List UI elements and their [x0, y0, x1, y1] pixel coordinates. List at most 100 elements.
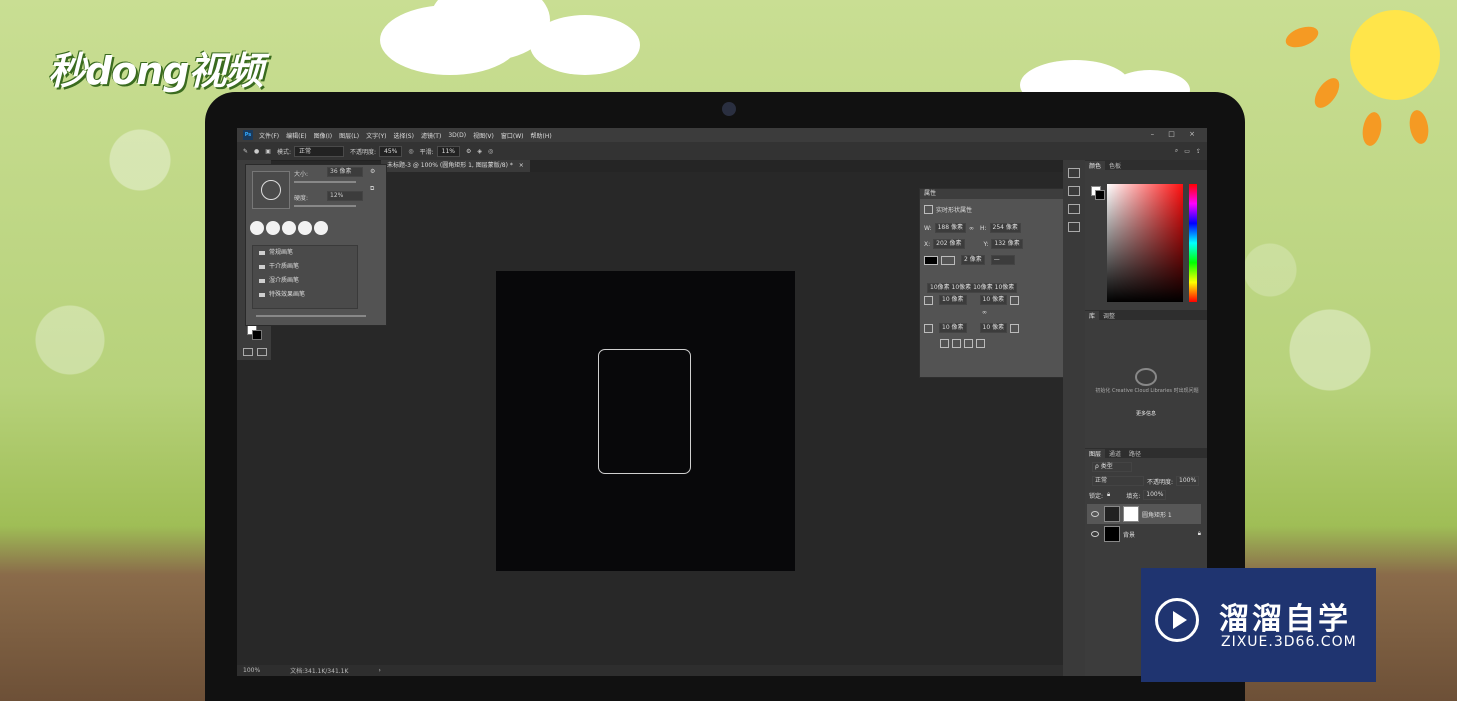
close-tab-icon[interactable]: ×	[519, 162, 524, 169]
layer-opacity-field[interactable]: 100%	[1176, 476, 1200, 486]
corners-all-field[interactable]: 10像素 10像素 10像素 10像素	[927, 283, 1018, 293]
w-field[interactable]: 188 像素	[934, 223, 966, 233]
stroke-width-field[interactable]: 2 像素	[961, 255, 985, 265]
brush-angle-preview[interactable]	[252, 171, 290, 209]
brush-folder-item[interactable]: 常规画笔	[253, 246, 357, 260]
combine-shapes-icon[interactable]	[940, 339, 949, 348]
brush-tip[interactable]	[266, 221, 280, 235]
tab-paths[interactable]: 路径	[1125, 449, 1145, 458]
tab-channels[interactable]: 通道	[1105, 449, 1125, 458]
lock-icon[interactable]: 🔒︎	[1107, 491, 1110, 499]
color-field[interactable]	[1107, 184, 1183, 302]
brush-settings-gear-icon[interactable]: ⚙	[370, 168, 375, 175]
intersect-shapes-icon[interactable]	[964, 339, 973, 348]
layer-item[interactable]: 背景 🔒︎	[1087, 524, 1201, 544]
tab-adjustments[interactable]: 调整	[1099, 311, 1119, 320]
menu-layer[interactable]: 图层(L)	[339, 131, 359, 140]
brush-tip[interactable]	[314, 221, 328, 235]
layer-mask-thumbnail[interactable]	[1123, 506, 1139, 522]
hardness-field[interactable]: 12%	[327, 191, 363, 201]
workspace-icon[interactable]: ▭	[1184, 148, 1190, 155]
stroke-swatch[interactable]	[941, 255, 955, 265]
new-preset-icon[interactable]: ⧉	[370, 185, 374, 193]
window-controls[interactable]: – □ ×	[1151, 130, 1201, 138]
menu-type[interactable]: 文字(Y)	[366, 131, 386, 140]
corners-top-row: 10 像素 10 像素	[924, 295, 1022, 305]
history-icon[interactable]	[1068, 168, 1080, 178]
fill-swatch[interactable]	[924, 255, 938, 265]
status-menu-arrow[interactable]: ›	[378, 667, 380, 674]
share-icon[interactable]: ⇪	[1196, 148, 1201, 155]
airbrush-icon[interactable]: ◈	[477, 148, 482, 155]
corner-tl-field[interactable]: 10 像素	[939, 295, 967, 305]
corner-link-icon[interactable]: ∞	[982, 309, 987, 316]
adjustments-icon[interactable]	[1068, 222, 1080, 232]
symmetry-icon[interactable]: ◎	[488, 148, 493, 155]
opacity-field[interactable]: 45%	[379, 145, 403, 157]
tab-libraries[interactable]: 库	[1085, 310, 1100, 320]
background-color-swatch[interactable]	[252, 330, 262, 340]
properties-tab[interactable]: 属性	[920, 189, 1063, 199]
visibility-eye-icon[interactable]	[1091, 511, 1099, 517]
hardness-slider[interactable]	[294, 205, 356, 207]
corner-br-field[interactable]: 10 像素	[979, 323, 1008, 333]
link-icon[interactable]: ∞	[969, 225, 974, 232]
zoom-level[interactable]: 100%	[243, 667, 260, 674]
brush-folder-item[interactable]: 特殊效果画笔	[253, 288, 357, 302]
document-tab[interactable]: 未标题-3 @ 100% (圆角矩形 1, 图层蒙版/8) * ×	[381, 160, 530, 172]
x-field[interactable]: 202 像素	[933, 239, 965, 249]
settings-gear-icon[interactable]: ⚙	[466, 148, 471, 155]
search-icon[interactable]: ⌕	[1175, 147, 1178, 155]
menu-window[interactable]: 窗口(W)	[501, 131, 524, 140]
brush-folder-item[interactable]: 湿介质画笔	[253, 274, 357, 288]
menu-filter[interactable]: 滤镜(T)	[421, 131, 441, 140]
size-field[interactable]: 36 像素	[327, 167, 363, 177]
visibility-eye-icon[interactable]	[1091, 531, 1099, 537]
brush-tip[interactable]	[282, 221, 296, 235]
menu-view[interactable]: 视图(V)	[473, 131, 494, 140]
exclude-shapes-icon[interactable]	[976, 339, 985, 348]
document-canvas[interactable]	[496, 271, 795, 571]
hue-slider[interactable]	[1189, 184, 1197, 302]
menu-file[interactable]: 文件(F)	[259, 131, 279, 140]
tab-layers[interactable]: 图层	[1085, 448, 1106, 458]
brush-tip[interactable]	[250, 221, 264, 235]
fill-field[interactable]: 100%	[1143, 490, 1167, 500]
menu-edit[interactable]: 编辑(E)	[286, 131, 306, 140]
brush-folder-item[interactable]: 干介质画笔	[253, 260, 357, 274]
stroke-style-select[interactable]: —	[990, 255, 1015, 265]
pressure-opacity-icon[interactable]: ◎	[408, 148, 413, 155]
preview-size-slider[interactable]	[256, 315, 366, 317]
brush-settings-icon[interactable]	[1068, 204, 1080, 214]
brush-tip[interactable]	[298, 221, 312, 235]
menu-select[interactable]: 选择(S)	[393, 131, 414, 140]
background-swatch[interactable]	[1095, 190, 1105, 200]
photoshop-app-icon[interactable]: Ps	[243, 130, 253, 140]
layer-filter-select[interactable]: ρ 类型	[1092, 462, 1132, 472]
size-slider[interactable]	[294, 181, 356, 183]
tab-color[interactable]: 颜色	[1085, 160, 1106, 170]
corner-br-icon	[1010, 323, 1020, 333]
tab-swatches[interactable]: 色板	[1105, 161, 1125, 170]
mode-select[interactable]: 正常	[293, 145, 344, 157]
rounded-rectangle-shape[interactable]	[598, 349, 691, 474]
menu-help[interactable]: 帮助(H)	[531, 131, 552, 140]
menu-3d[interactable]: 3D(D)	[448, 132, 466, 139]
quick-mask-icon[interactable]	[243, 348, 253, 356]
menu-image[interactable]: 图像(I)	[314, 131, 332, 140]
more-info-link[interactable]: 更多信息	[1085, 410, 1207, 417]
lock-icon[interactable]: 🔒︎	[1198, 530, 1201, 538]
y-field[interactable]: 132 像素	[991, 239, 1023, 249]
subtract-shapes-icon[interactable]	[952, 339, 961, 348]
flow-field[interactable]: 11%	[436, 145, 460, 157]
brush-settings-icon[interactable]: ▣	[265, 148, 271, 155]
corner-bl-field[interactable]: 10 像素	[939, 323, 967, 333]
h-field[interactable]: 254 像素	[989, 223, 1021, 233]
brush-preset-picker-icon[interactable]: ●	[254, 148, 259, 155]
properties-icon[interactable]	[1068, 186, 1080, 196]
brush-tool-icon[interactable]: ✎	[243, 148, 248, 155]
corner-tr-field[interactable]: 10 像素	[979, 295, 1008, 305]
screen-mode-icon[interactable]	[257, 348, 267, 356]
blend-mode-select[interactable]: 正常	[1092, 476, 1144, 486]
layer-item[interactable]: 圆角矩形 1	[1087, 504, 1201, 524]
